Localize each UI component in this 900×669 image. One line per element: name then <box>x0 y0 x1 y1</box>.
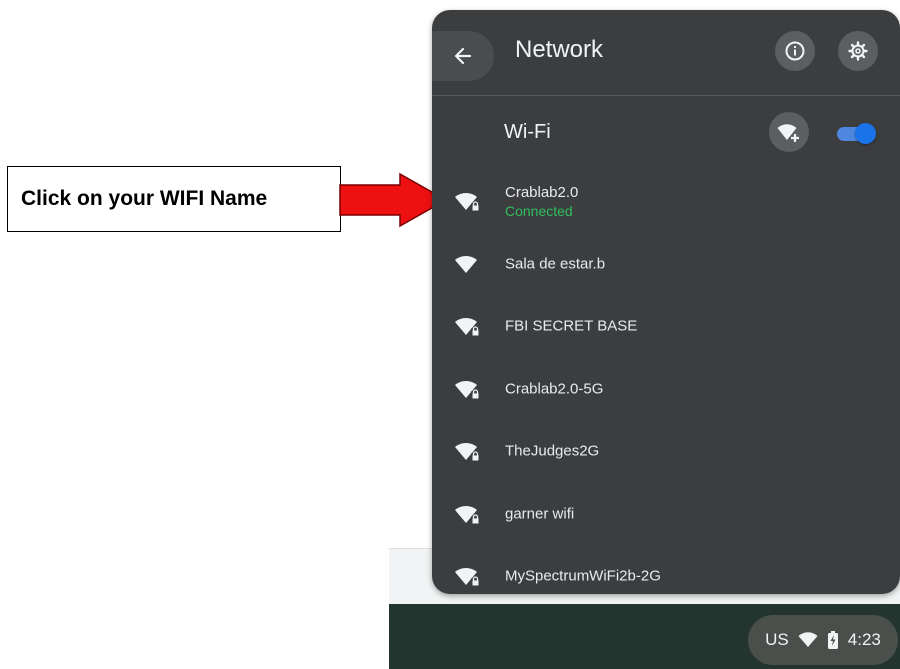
network-name: MySpectrumWiFi2b-2G <box>505 567 661 585</box>
network-name: FBI SECRET BASE <box>505 317 638 335</box>
add-wifi-button[interactable] <box>769 112 809 152</box>
info-button[interactable] <box>775 31 815 71</box>
panel-header: Network <box>432 10 900 96</box>
network-name: Crablab2.0-5G <box>505 380 604 398</box>
screen: Click on your WIFI Name US 4:23 Network … <box>0 0 900 669</box>
battery-icon <box>827 631 839 649</box>
network-item[interactable]: Crablab2.0-5G <box>432 358 900 421</box>
arrow-left-icon <box>454 47 472 65</box>
gear-icon <box>848 41 868 61</box>
wifi-locked-icon <box>455 443 480 462</box>
network-name: Sala de estar.b <box>505 255 606 273</box>
network-item[interactable]: FBI SECRET BASE <box>432 295 900 358</box>
wifi-locked-icon <box>455 318 480 337</box>
wifi-icon <box>798 632 818 648</box>
panel-title: Network <box>515 36 604 63</box>
wifi-locked-icon <box>455 505 480 524</box>
network-name: Crablab2.0 <box>505 184 579 201</box>
status-area-button[interactable]: US 4:23 <box>748 615 898 665</box>
settings-button[interactable] <box>838 31 878 71</box>
add-wifi-icon <box>777 124 799 142</box>
input-method-label: US <box>765 630 789 649</box>
back-button[interactable] <box>432 31 494 81</box>
wifi-toggle[interactable] <box>837 122 877 144</box>
wifi-locked-icon <box>455 193 480 212</box>
info-icon <box>785 41 805 61</box>
network-item[interactable]: garner wifi <box>432 483 900 546</box>
wifi-locked-icon <box>455 568 480 587</box>
network-name: garner wifi <box>505 505 575 523</box>
network-item[interactable]: MySpectrumWiFi2b-2G <box>432 545 900 594</box>
toggle-knob <box>855 123 876 144</box>
wifi-locked-icon <box>455 380 480 399</box>
network-item[interactable]: Crablab2.0 Connected <box>432 170 900 233</box>
network-item[interactable]: TheJudges2G <box>432 420 900 483</box>
wifi-section-label: Wi-Fi <box>504 121 551 143</box>
wifi-icon <box>455 255 477 273</box>
network-status: Connected <box>505 203 573 219</box>
clock-time: 4:23 <box>847 630 881 649</box>
network-panel: Network Wi-Fi Crablab2.0 Connected Sala … <box>432 10 900 594</box>
network-item[interactable]: Sala de estar.b <box>432 233 900 296</box>
callout-box: Click on your WIFI Name <box>7 166 341 232</box>
network-list: Crablab2.0 Connected Sala de estar.b FBI… <box>432 170 900 594</box>
callout-text: Click on your WIFI Name <box>21 187 268 210</box>
network-name: TheJudges2G <box>505 442 600 460</box>
